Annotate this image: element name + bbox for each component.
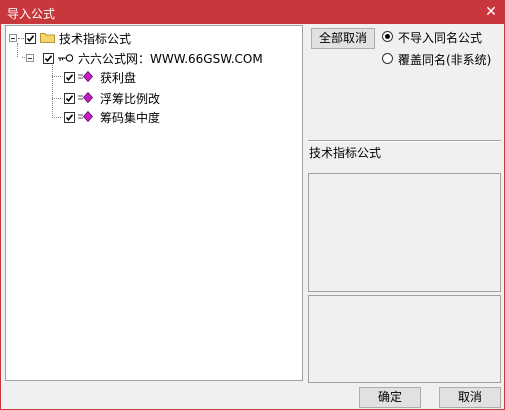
formula-icon (78, 70, 94, 83)
group-checkbox[interactable] (43, 53, 54, 64)
tree-node-label: 筹码集中度 (100, 111, 161, 125)
tree-node-label: 六六公式网：WWW.66GSW.COM (78, 52, 263, 66)
window-title: 导入公式 (7, 7, 56, 21)
radio-overwrite-duplicate[interactable]: 覆盖同名(非系统) (382, 51, 502, 67)
folder-icon (40, 32, 55, 43)
item-checkbox[interactable] (64, 112, 75, 123)
radio-button[interactable] (382, 31, 393, 42)
tree-node-root[interactable]: 技术指标公式 (6, 29, 296, 47)
tree-node-label: 获利盘 (100, 71, 137, 85)
cancel-all-button[interactable]: 全部取消 (311, 28, 375, 49)
title-bar[interactable]: 导入公式 ✕ (1, 1, 504, 24)
detail-box[interactable] (308, 295, 501, 383)
tree-node-item[interactable]: 浮筹比例改 (6, 89, 296, 107)
tree-node-label: 技术指标公式 (59, 32, 132, 46)
formula-icon (78, 91, 94, 104)
divider (308, 140, 501, 142)
radio-no-import-duplicate[interactable]: 不导入同名公式 (382, 29, 502, 45)
radio-label: 不导入同名公式 (398, 31, 483, 45)
collapse-toggle[interactable] (9, 34, 17, 42)
formula-tree[interactable]: 技术指标公式 六六公式网：WWW.66GSW.COM 获利盘 浮筹比例改 筹码集… (5, 25, 303, 381)
radio-button[interactable] (382, 53, 393, 64)
close-button[interactable]: ✕ (482, 3, 500, 21)
tree-node-item[interactable]: 筹码集中度 (6, 108, 296, 126)
collapse-toggle[interactable] (26, 54, 34, 62)
description-box[interactable] (308, 173, 501, 292)
import-formula-dialog: 导入公式 ✕ 技术指标公式 六六公式网：WWW.66GSW.COM 获利盘 浮筹… (0, 0, 505, 410)
tree-node-item[interactable]: 获利盘 (6, 68, 296, 86)
item-checkbox[interactable] (64, 72, 75, 83)
ok-button[interactable]: 确定 (359, 387, 421, 408)
tree-node-label: 浮筹比例改 (100, 92, 161, 106)
tree-node-group[interactable]: 六六公式网：WWW.66GSW.COM (6, 49, 296, 67)
cancel-button[interactable]: 取消 (439, 387, 501, 408)
formula-icon (78, 110, 94, 123)
radio-label: 覆盖同名(非系统) (398, 53, 492, 67)
item-checkbox[interactable] (64, 93, 75, 104)
root-checkbox[interactable] (25, 33, 36, 44)
key-icon (58, 52, 74, 62)
formula-type-label: 技术指标公式 (309, 146, 382, 160)
